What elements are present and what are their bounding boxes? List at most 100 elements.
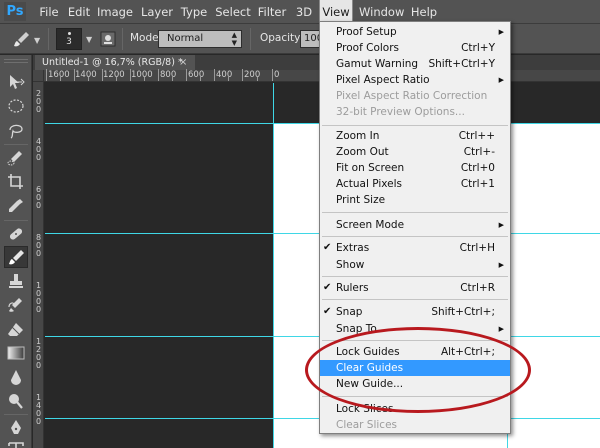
menu-item-extras[interactable]: ✔ Extras Ctrl+H: [320, 240, 510, 256]
close-icon[interactable]: ×: [179, 55, 187, 70]
toolbox-separator: [4, 144, 28, 145]
vertical-ruler[interactable]: 2 0 0 4 0 0 6 0 0 8 0 0 1 0 0 0 1 2 0 0 …: [33, 82, 44, 448]
submenu-arrow-icon: ▶: [498, 221, 504, 229]
brush-tool-preset-icon[interactable]: [12, 30, 32, 48]
brush-size-value: 3: [66, 37, 72, 47]
water-drop-icon: [11, 370, 21, 385]
ruler-tick: [74, 69, 75, 81]
menu-separator: [322, 276, 508, 277]
tool-preset-caret-icon[interactable]: ▼: [34, 36, 40, 45]
type-t-icon: [8, 442, 24, 448]
toolbox-separator: [4, 220, 28, 221]
history-brush-icon: [8, 298, 22, 312]
lasso-tool[interactable]: [4, 119, 28, 141]
highlight-ellipse: [305, 327, 531, 413]
healing-brush-tool[interactable]: [4, 223, 28, 245]
menu-item-print-size[interactable]: Print Size: [320, 192, 510, 208]
menu-item-proof-setup[interactable]: Proof Setup ▶: [320, 24, 510, 40]
ruler-label: 1400: [75, 70, 97, 80]
ruler-label: 0: [35, 305, 42, 314]
pen-tool[interactable]: [4, 417, 28, 439]
menu-item-label: Zoom Out: [336, 146, 389, 158]
menu-item-zoom-out[interactable]: Zoom Out Ctrl+-: [320, 144, 510, 160]
brush-tool[interactable]: [4, 246, 28, 268]
eyedropper-tool[interactable]: [4, 195, 28, 217]
ruler-tick: [130, 69, 131, 81]
menu-item-shortcut: Ctrl+0: [460, 162, 495, 174]
brush-panel-toggle-icon[interactable]: [100, 31, 116, 47]
menu-item-gamut-warning[interactable]: Gamut Warning Shift+Ctrl+Y: [320, 56, 510, 72]
checkmark-icon: ✔: [323, 242, 332, 253]
ruler-label: 400: [216, 70, 233, 80]
crop-tool[interactable]: [4, 171, 28, 193]
menu-select[interactable]: Select: [214, 0, 252, 24]
options-separator: [250, 28, 251, 50]
menu-item-shortcut: Ctrl+1: [460, 178, 495, 190]
ruler-tick: [214, 69, 215, 81]
submenu-arrow-icon: ▶: [498, 325, 504, 333]
move-tool[interactable]: [4, 71, 28, 93]
menu-type[interactable]: Type: [178, 0, 210, 24]
ruler-tick: [200, 77, 201, 81]
quick-selection-tool[interactable]: [4, 147, 28, 169]
ruler-label: 0: [35, 361, 42, 370]
ruler-origin[interactable]: [33, 70, 44, 82]
menu-file[interactable]: File: [34, 0, 64, 24]
dodge-tool[interactable]: [4, 390, 28, 412]
menu-item-label: Gamut Warning: [336, 58, 419, 70]
menu-item-screen-mode[interactable]: Screen Mode ▶: [320, 217, 510, 233]
clone-stamp-tool[interactable]: [4, 270, 28, 292]
brush-size-picker[interactable]: 3: [56, 28, 82, 50]
ruler-tick: [102, 69, 103, 81]
quick-selection-brush-icon: [7, 151, 22, 166]
ruler-label: 1000: [131, 70, 153, 80]
ruler-label: 1600: [48, 70, 70, 80]
type-tool[interactable]: [4, 439, 28, 448]
eraser-tool[interactable]: [4, 318, 28, 340]
menu-item-shortcut: Shift+Ctrl+;: [431, 306, 495, 318]
elliptical-marquee-icon: [8, 99, 24, 113]
bandage-icon: [9, 228, 23, 240]
toolbox-grip[interactable]: [4, 59, 28, 63]
menu-item-rulers[interactable]: ✔ Rulers Ctrl+R: [320, 280, 510, 296]
ruler-label: 0: [274, 70, 280, 80]
menu-item-label: Fit on Screen: [336, 162, 405, 174]
menu-image[interactable]: Image: [96, 0, 134, 24]
gradient-icon: [7, 346, 25, 360]
menu-item-proof-colors[interactable]: Proof Colors Ctrl+Y: [320, 40, 510, 56]
marquee-tool[interactable]: [4, 95, 28, 117]
menu-item-snap[interactable]: ✔ Snap Shift+Ctrl+;: [320, 304, 510, 320]
brush-icon: [9, 250, 24, 265]
menu-item-show[interactable]: Show ▶: [320, 257, 510, 273]
vertical-guide[interactable]: [273, 83, 274, 448]
move-arrow-icon: [10, 75, 25, 89]
checkmark-icon: ✔: [323, 306, 332, 317]
menu-item-label: 32-bit Preview Options...: [336, 106, 465, 118]
menu-item-zoom-in[interactable]: Zoom In Ctrl++: [320, 128, 510, 144]
menu-item-pixel-aspect-ratio[interactable]: Pixel Aspect Ratio ▶: [320, 72, 510, 88]
ruler-label: 600: [188, 70, 205, 80]
menu-item-label: Pixel Aspect Ratio Correction: [336, 90, 488, 102]
menu-edit[interactable]: Edit: [64, 0, 94, 24]
ruler-tick: [172, 77, 173, 81]
mode-dropdown[interactable]: Normal ▲ ▼: [158, 30, 242, 48]
document-tab-title: Untitled-1 @ 16,7% (RGB/8) *: [42, 57, 183, 68]
ruler-tick: [116, 77, 117, 81]
menu-layer[interactable]: Layer: [139, 0, 175, 24]
history-brush-tool[interactable]: [4, 294, 28, 316]
brush-tip-icon: [68, 32, 71, 35]
document-tab-strip: Untitled-1 @ 16,7% (RGB/8) * ×: [33, 55, 600, 70]
photoshop-logo[interactable]: Ps: [4, 2, 26, 21]
menu-3d[interactable]: 3D: [293, 0, 315, 24]
menu-item-shortcut: Ctrl+H: [459, 242, 495, 254]
menu-item-fit-on-screen[interactable]: Fit on Screen Ctrl+0: [320, 160, 510, 176]
gradient-tool[interactable]: [4, 342, 28, 364]
menu-item-label: Show: [336, 259, 365, 271]
menu-item-actual-pixels[interactable]: Actual Pixels Ctrl+1: [320, 176, 510, 192]
ruler-tick: [88, 77, 89, 81]
menu-filter[interactable]: Filter: [257, 0, 287, 24]
lasso-icon: [9, 124, 23, 139]
document-tab[interactable]: Untitled-1 @ 16,7% (RGB/8) * ×: [35, 55, 195, 70]
blur-tool[interactable]: [4, 366, 28, 388]
brush-size-caret-icon[interactable]: ▼: [86, 35, 92, 44]
